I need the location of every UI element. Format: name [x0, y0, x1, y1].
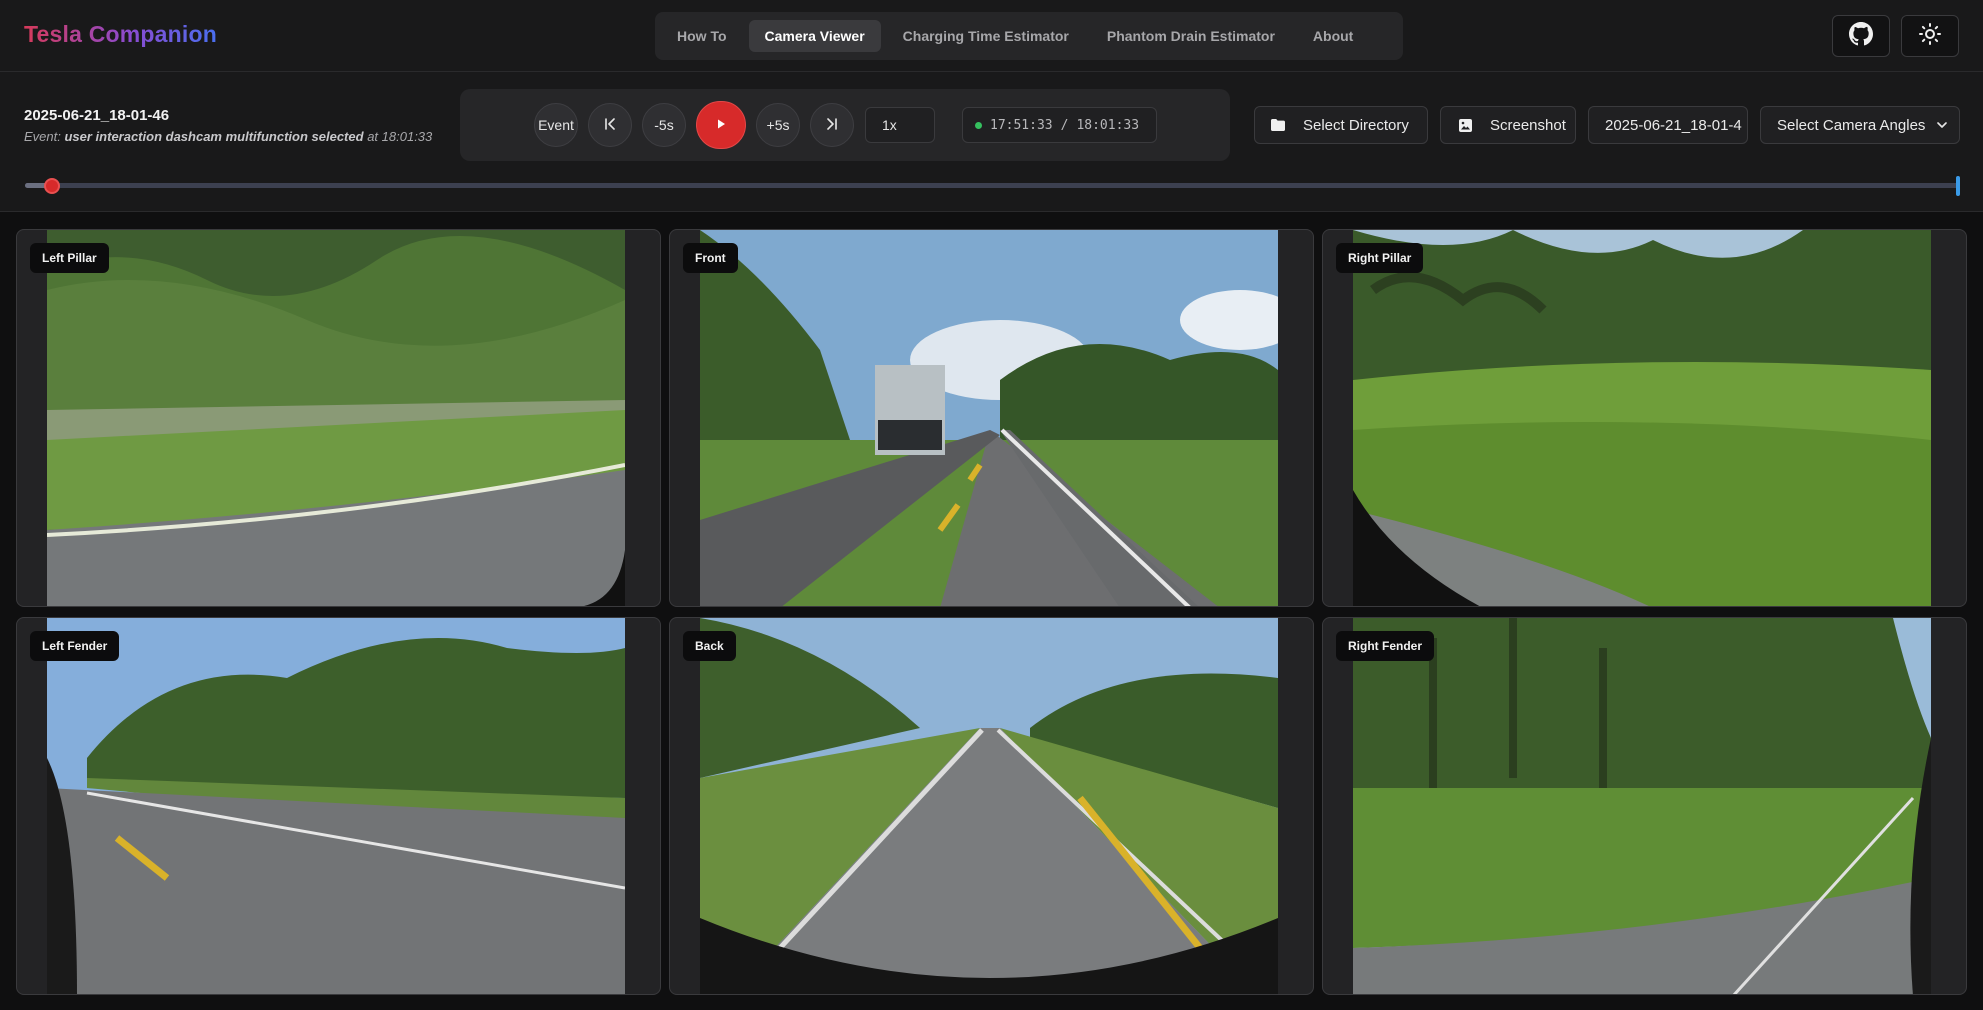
camera-feed-right-pillar	[1353, 230, 1931, 606]
current-time: 17:51:33	[990, 117, 1053, 133]
select-directory-button[interactable]: Select Directory	[1254, 106, 1428, 144]
nav-tabs: How To Camera Viewer Charging Time Estim…	[655, 12, 1403, 60]
camera-tile-left-pillar[interactable]: Left Pillar	[16, 229, 661, 607]
event-at: at	[367, 129, 379, 144]
camera-feed-left-fender	[47, 618, 625, 994]
time-readout: 17:51:33 / 18:01:33	[962, 107, 1157, 143]
time-separator: /	[1060, 117, 1069, 133]
timeline-track	[25, 183, 1960, 188]
camera-label: Front	[683, 243, 738, 273]
theme-toggle-button[interactable]	[1901, 15, 1959, 57]
camera-feed-front	[700, 230, 1278, 606]
camera-label: Right Pillar	[1336, 243, 1424, 273]
timeline-thumb[interactable]	[44, 178, 60, 194]
event-button[interactable]: Event	[534, 103, 578, 147]
camera-feed-left-pillar	[47, 230, 625, 606]
camera-tile-left-fender[interactable]: Left Fender	[16, 617, 661, 995]
folder-icon	[1271, 119, 1285, 131]
camera-label: Back	[683, 631, 736, 661]
skip-to-start-button[interactable]	[588, 103, 632, 147]
camera-feed-back	[700, 618, 1278, 994]
playback-speed-select[interactable]: 1x	[865, 107, 935, 143]
timeline-scrubber[interactable]	[25, 176, 1960, 196]
timeline-end-marker	[1956, 176, 1960, 196]
tab-phantom-drain-estimator[interactable]: Phantom Drain Estimator	[1091, 20, 1291, 52]
camera-tile-right-fender[interactable]: Right Fender	[1322, 617, 1967, 995]
event-reason: user interaction dashcam multifunction s…	[64, 129, 364, 144]
event-description: Event: user interaction dashcam multifun…	[24, 129, 432, 144]
chevron-down-icon	[1937, 122, 1948, 128]
camera-label: Left Pillar	[30, 243, 109, 273]
camera-tile-back[interactable]: Back	[669, 617, 1314, 995]
camera-label: Left Fender	[30, 631, 120, 661]
playback-controls: Event -5s +5s 1x 17:51:33 / 18:01:33	[460, 89, 1230, 161]
camera-label: Right Fender	[1336, 631, 1434, 661]
play-icon	[715, 117, 727, 133]
tab-camera-viewer[interactable]: Camera Viewer	[748, 20, 881, 52]
tab-how-to[interactable]: How To	[661, 20, 743, 52]
forward-5s-button[interactable]: +5s	[756, 103, 800, 147]
skip-to-end-button[interactable]	[810, 103, 854, 147]
clip-select[interactable]: 2025-06-21_18-01-4	[1588, 106, 1748, 144]
tab-charging-time-estimator[interactable]: Charging Time Estimator	[887, 20, 1085, 52]
github-button[interactable]	[1832, 15, 1890, 57]
camera-feed-right-fender	[1353, 618, 1931, 994]
skip-end-icon	[825, 117, 839, 134]
tab-about[interactable]: About	[1297, 20, 1369, 52]
event-time: 18:01:33	[381, 129, 433, 144]
sun-icon	[1918, 22, 1942, 51]
brand-logo[interactable]: Tesla Companion	[24, 21, 217, 48]
camera-tile-front[interactable]: Front	[669, 229, 1314, 607]
status-dot-icon	[975, 121, 982, 129]
image-icon	[1459, 118, 1472, 132]
camera-tile-right-pillar[interactable]: Right Pillar	[1322, 229, 1967, 607]
camera-angles-dropdown[interactable]: Select Camera Angles	[1760, 106, 1960, 144]
camera-angles-label: Select Camera Angles	[1777, 116, 1926, 134]
play-button[interactable]	[696, 101, 746, 149]
back-5s-button[interactable]: -5s	[642, 103, 686, 147]
screenshot-button[interactable]: Screenshot	[1440, 106, 1576, 144]
skip-start-icon	[603, 117, 617, 134]
end-time: 18:01:33	[1076, 117, 1140, 133]
screenshot-label: Screenshot	[1490, 116, 1566, 134]
top-nav: Tesla Companion How To Camera Viewer Cha…	[0, 0, 1983, 72]
select-directory-label: Select Directory	[1303, 116, 1409, 134]
event-prefix: Event:	[24, 129, 61, 144]
clip-info: 2025-06-21_18-01-46 Event: user interact…	[24, 107, 432, 144]
clip-name: 2025-06-21_18-01-46	[24, 107, 170, 124]
viewer-toolbar: 2025-06-21_18-01-46 Event: user interact…	[0, 72, 1983, 212]
github-icon	[1849, 21, 1873, 51]
